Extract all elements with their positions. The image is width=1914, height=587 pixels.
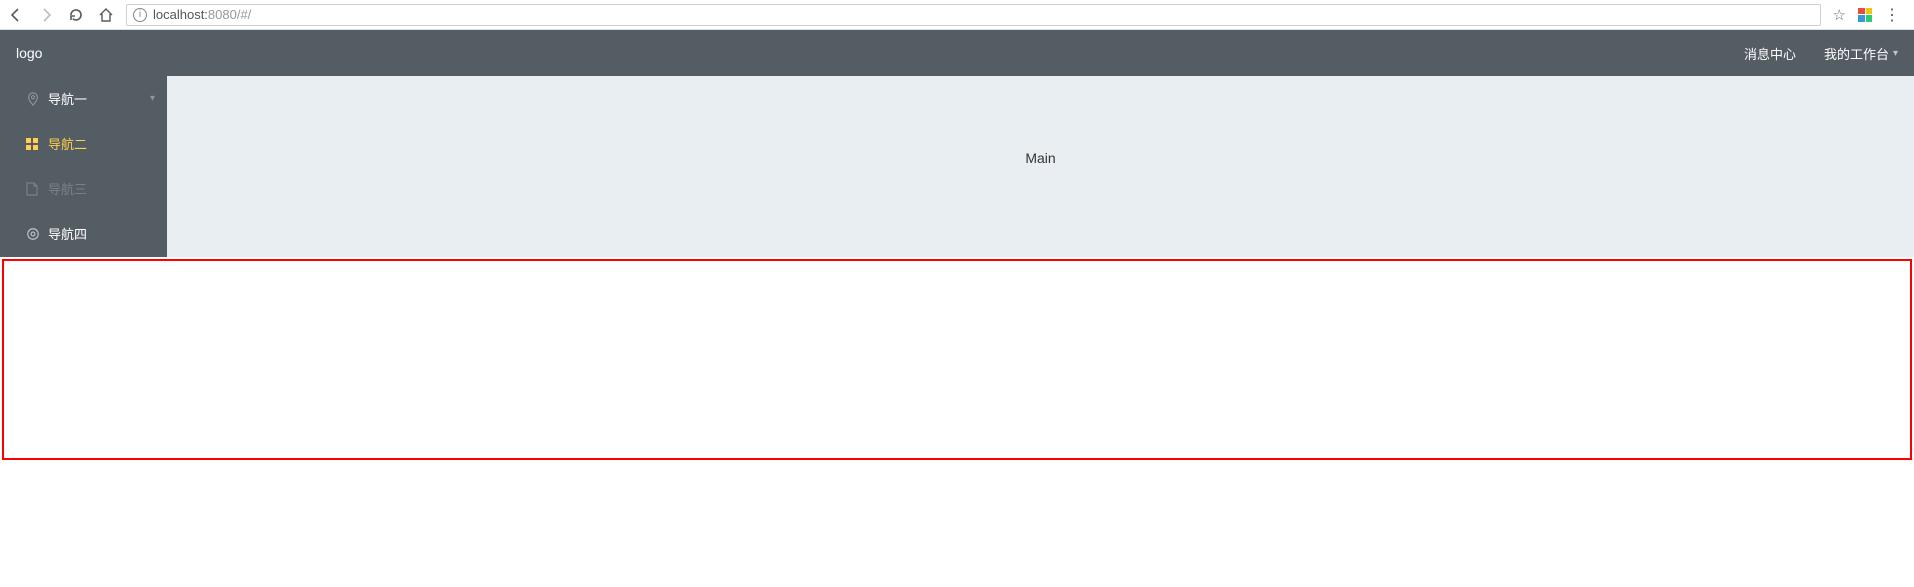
debug-highlight-box bbox=[2, 259, 1912, 460]
browser-nav-buttons bbox=[8, 7, 114, 23]
browser-menu-icon[interactable]: ⋮ bbox=[1884, 5, 1900, 25]
chevron-down-icon: ▾ bbox=[1893, 48, 1898, 59]
url-text: localhost:8080/#/ bbox=[153, 7, 251, 22]
header-menu-message-center[interactable]: 消息中心 bbox=[1744, 44, 1796, 63]
sidebar-item-label: 导航四 bbox=[48, 224, 87, 243]
back-icon[interactable] bbox=[8, 7, 24, 23]
sidebar-item-nav-3: 导航三 bbox=[0, 166, 167, 211]
header-menu-label: 我的工作台 bbox=[1824, 44, 1889, 63]
logo: logo bbox=[16, 45, 42, 61]
sidebar: 导航一 ▾ 导航二 导航三 导航四 bbox=[0, 76, 167, 257]
browser-right-controls: ☆ ⋮ bbox=[1833, 5, 1906, 25]
app-body: 导航一 ▾ 导航二 导航三 导航四 bbox=[0, 76, 1914, 257]
header-menu-label: 消息中心 bbox=[1744, 44, 1796, 63]
forward-icon bbox=[38, 7, 54, 23]
grid-icon bbox=[26, 138, 40, 150]
chevron-down-icon: ▾ bbox=[150, 93, 155, 104]
location-icon bbox=[26, 92, 40, 106]
main-text: Main bbox=[1025, 150, 1055, 166]
sidebar-item-nav-4[interactable]: 导航四 bbox=[0, 211, 167, 256]
document-icon bbox=[26, 182, 40, 196]
reload-icon[interactable] bbox=[68, 7, 84, 23]
bookmark-star-icon[interactable]: ☆ bbox=[1833, 6, 1846, 24]
app-shell: logo 消息中心 我的工作台 ▾ 导航一 ▾ bbox=[0, 30, 1914, 257]
browser-chrome: i localhost:8080/#/ ☆ ⋮ bbox=[0, 0, 1914, 30]
extension-icon[interactable] bbox=[1858, 8, 1872, 22]
sidebar-item-nav-2[interactable]: 导航二 bbox=[0, 121, 167, 166]
sidebar-item-nav-1[interactable]: 导航一 ▾ bbox=[0, 76, 167, 121]
home-icon[interactable] bbox=[98, 7, 114, 23]
sidebar-item-label: 导航三 bbox=[48, 179, 87, 198]
setting-icon bbox=[26, 227, 40, 241]
header-menu: 消息中心 我的工作台 ▾ bbox=[1744, 44, 1898, 63]
header-menu-workspace[interactable]: 我的工作台 ▾ bbox=[1824, 44, 1898, 63]
sidebar-item-label: 导航一 bbox=[48, 89, 87, 108]
url-bar[interactable]: i localhost:8080/#/ bbox=[126, 4, 1821, 26]
sidebar-item-label: 导航二 bbox=[48, 134, 87, 153]
site-info-icon[interactable]: i bbox=[133, 8, 147, 22]
main-content: Main bbox=[167, 76, 1914, 257]
header: logo 消息中心 我的工作台 ▾ bbox=[0, 30, 1914, 76]
